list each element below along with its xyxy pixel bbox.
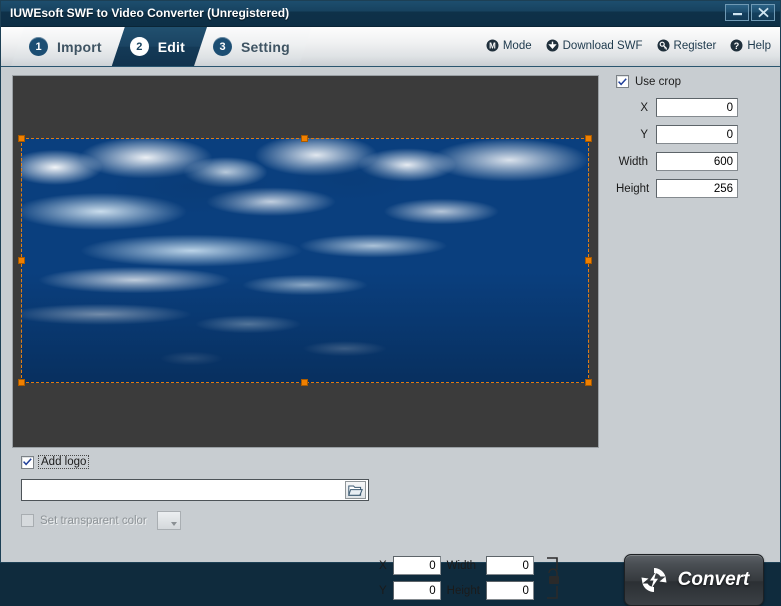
use-crop-checkbox[interactable] [616, 75, 629, 88]
crop-y-input[interactable] [656, 125, 738, 144]
add-logo-checkbox[interactable] [21, 455, 34, 469]
video-preview-canvas[interactable] [12, 75, 599, 448]
app-window: IUWEsoft SWF to Video Converter (Unregis… [0, 0, 781, 606]
menu-item-register-label: Register [673, 39, 717, 52]
crop-y-label: Y [640, 128, 648, 141]
add-logo-label: Add logo [38, 455, 90, 469]
convert-button-label: Convert [677, 569, 750, 590]
menu-item-mode-label: Mode [502, 39, 532, 52]
crop-height-row: Height [616, 179, 771, 198]
tab-list: 1 Import 2 Edit 3 Setting [11, 27, 300, 66]
logo-width-label: Width [446, 559, 477, 572]
crop-height-label: Height [616, 182, 650, 195]
crop-handle-top-right[interactable] [585, 135, 592, 142]
tab-bar: 1 Import 2 Edit 3 Setting M Mode Downloa… [1, 27, 780, 67]
crop-x-row: X [616, 98, 771, 117]
menu-item-help[interactable]: ? Help [730, 39, 771, 52]
menu-item-register[interactable]: Register [657, 39, 717, 52]
add-logo-row: Add logo [21, 455, 581, 469]
crop-x-label: X [640, 101, 648, 114]
logo-x-input[interactable] [392, 556, 441, 575]
menu-item-download-swf-label: Download SWF [562, 39, 643, 52]
svg-text:?: ? [734, 41, 740, 51]
tab-edit-label: Edit [157, 38, 186, 55]
crop-height-input[interactable] [656, 179, 738, 198]
browse-folder-icon[interactable] [345, 481, 366, 499]
logo-path-row [21, 479, 581, 501]
window-controls [725, 4, 775, 21]
logo-position-fields: X Width Y Height [379, 555, 562, 601]
crop-handle-top-center[interactable] [301, 135, 308, 142]
close-button[interactable] [751, 4, 775, 21]
chevron-down-icon [170, 522, 177, 526]
help-icon: ? [730, 39, 743, 52]
logo-settings-panel: Add logo Set transparent color [21, 455, 581, 530]
crop-width-label: Width [618, 155, 648, 168]
tab-setting-number: 3 [213, 37, 232, 56]
convert-icon [639, 565, 669, 595]
menu-item-help-label: Help [747, 39, 771, 52]
tab-import[interactable]: 1 Import [11, 27, 124, 66]
logo-path-input[interactable] [21, 479, 369, 501]
crop-handle-top-left[interactable] [18, 135, 25, 142]
transparent-color-swatch-dropdown [156, 511, 181, 530]
crop-width-row: Width [616, 152, 771, 171]
set-transparent-color-checkbox [21, 514, 34, 527]
key-icon [657, 39, 670, 52]
crop-settings-panel: Use crop X Y Width Height [616, 75, 771, 206]
logo-height-label: Height [446, 584, 480, 597]
window-title: IUWEsoft SWF to Video Converter (Unregis… [10, 6, 290, 20]
use-crop-label: Use crop [635, 75, 682, 88]
crop-handle-bottom-right[interactable] [585, 379, 592, 386]
use-crop-row: Use crop [616, 75, 771, 88]
crop-selection-rect[interactable] [18, 135, 592, 386]
convert-button[interactable]: Convert [624, 554, 764, 606]
crop-handle-bottom-left[interactable] [18, 379, 25, 386]
crop-handle-middle-left[interactable] [18, 256, 25, 264]
set-transparent-color-label: Set transparent color [40, 514, 147, 527]
svg-text:M: M [489, 42, 496, 51]
transparent-color-row: Set transparent color [21, 511, 581, 530]
menu-item-mode[interactable]: M Mode [486, 39, 532, 52]
tab-edit-number: 2 [130, 37, 149, 56]
logo-height-input[interactable] [485, 581, 534, 600]
main-content: Use crop X Y Width Height [1, 67, 780, 606]
tab-import-number: 1 [29, 37, 48, 56]
minimize-button[interactable] [725, 4, 749, 21]
tab-edit[interactable]: 2 Edit [112, 27, 207, 66]
tab-setting-label: Setting [241, 38, 290, 55]
crop-handle-middle-right[interactable] [585, 256, 592, 264]
logo-x-label: X [379, 559, 387, 572]
tab-import-label: Import [57, 38, 102, 55]
crop-width-input[interactable] [656, 152, 738, 171]
crop-x-input[interactable] [656, 98, 738, 117]
title-bar: IUWEsoft SWF to Video Converter (Unregis… [1, 1, 780, 27]
crop-handle-bottom-center[interactable] [301, 379, 308, 386]
logo-y-label: Y [379, 584, 387, 597]
mode-icon: M [486, 39, 499, 52]
lock-aspect-ratio-icon[interactable] [544, 555, 562, 601]
crop-y-row: Y [616, 125, 771, 144]
tab-setting[interactable]: 3 Setting [195, 27, 312, 66]
logo-width-input[interactable] [485, 556, 534, 575]
logo-y-input[interactable] [392, 581, 441, 600]
download-icon [546, 39, 559, 52]
menu-item-download-swf[interactable]: Download SWF [546, 39, 643, 52]
top-menu: M Mode Download SWF Register ? Help [486, 39, 771, 52]
